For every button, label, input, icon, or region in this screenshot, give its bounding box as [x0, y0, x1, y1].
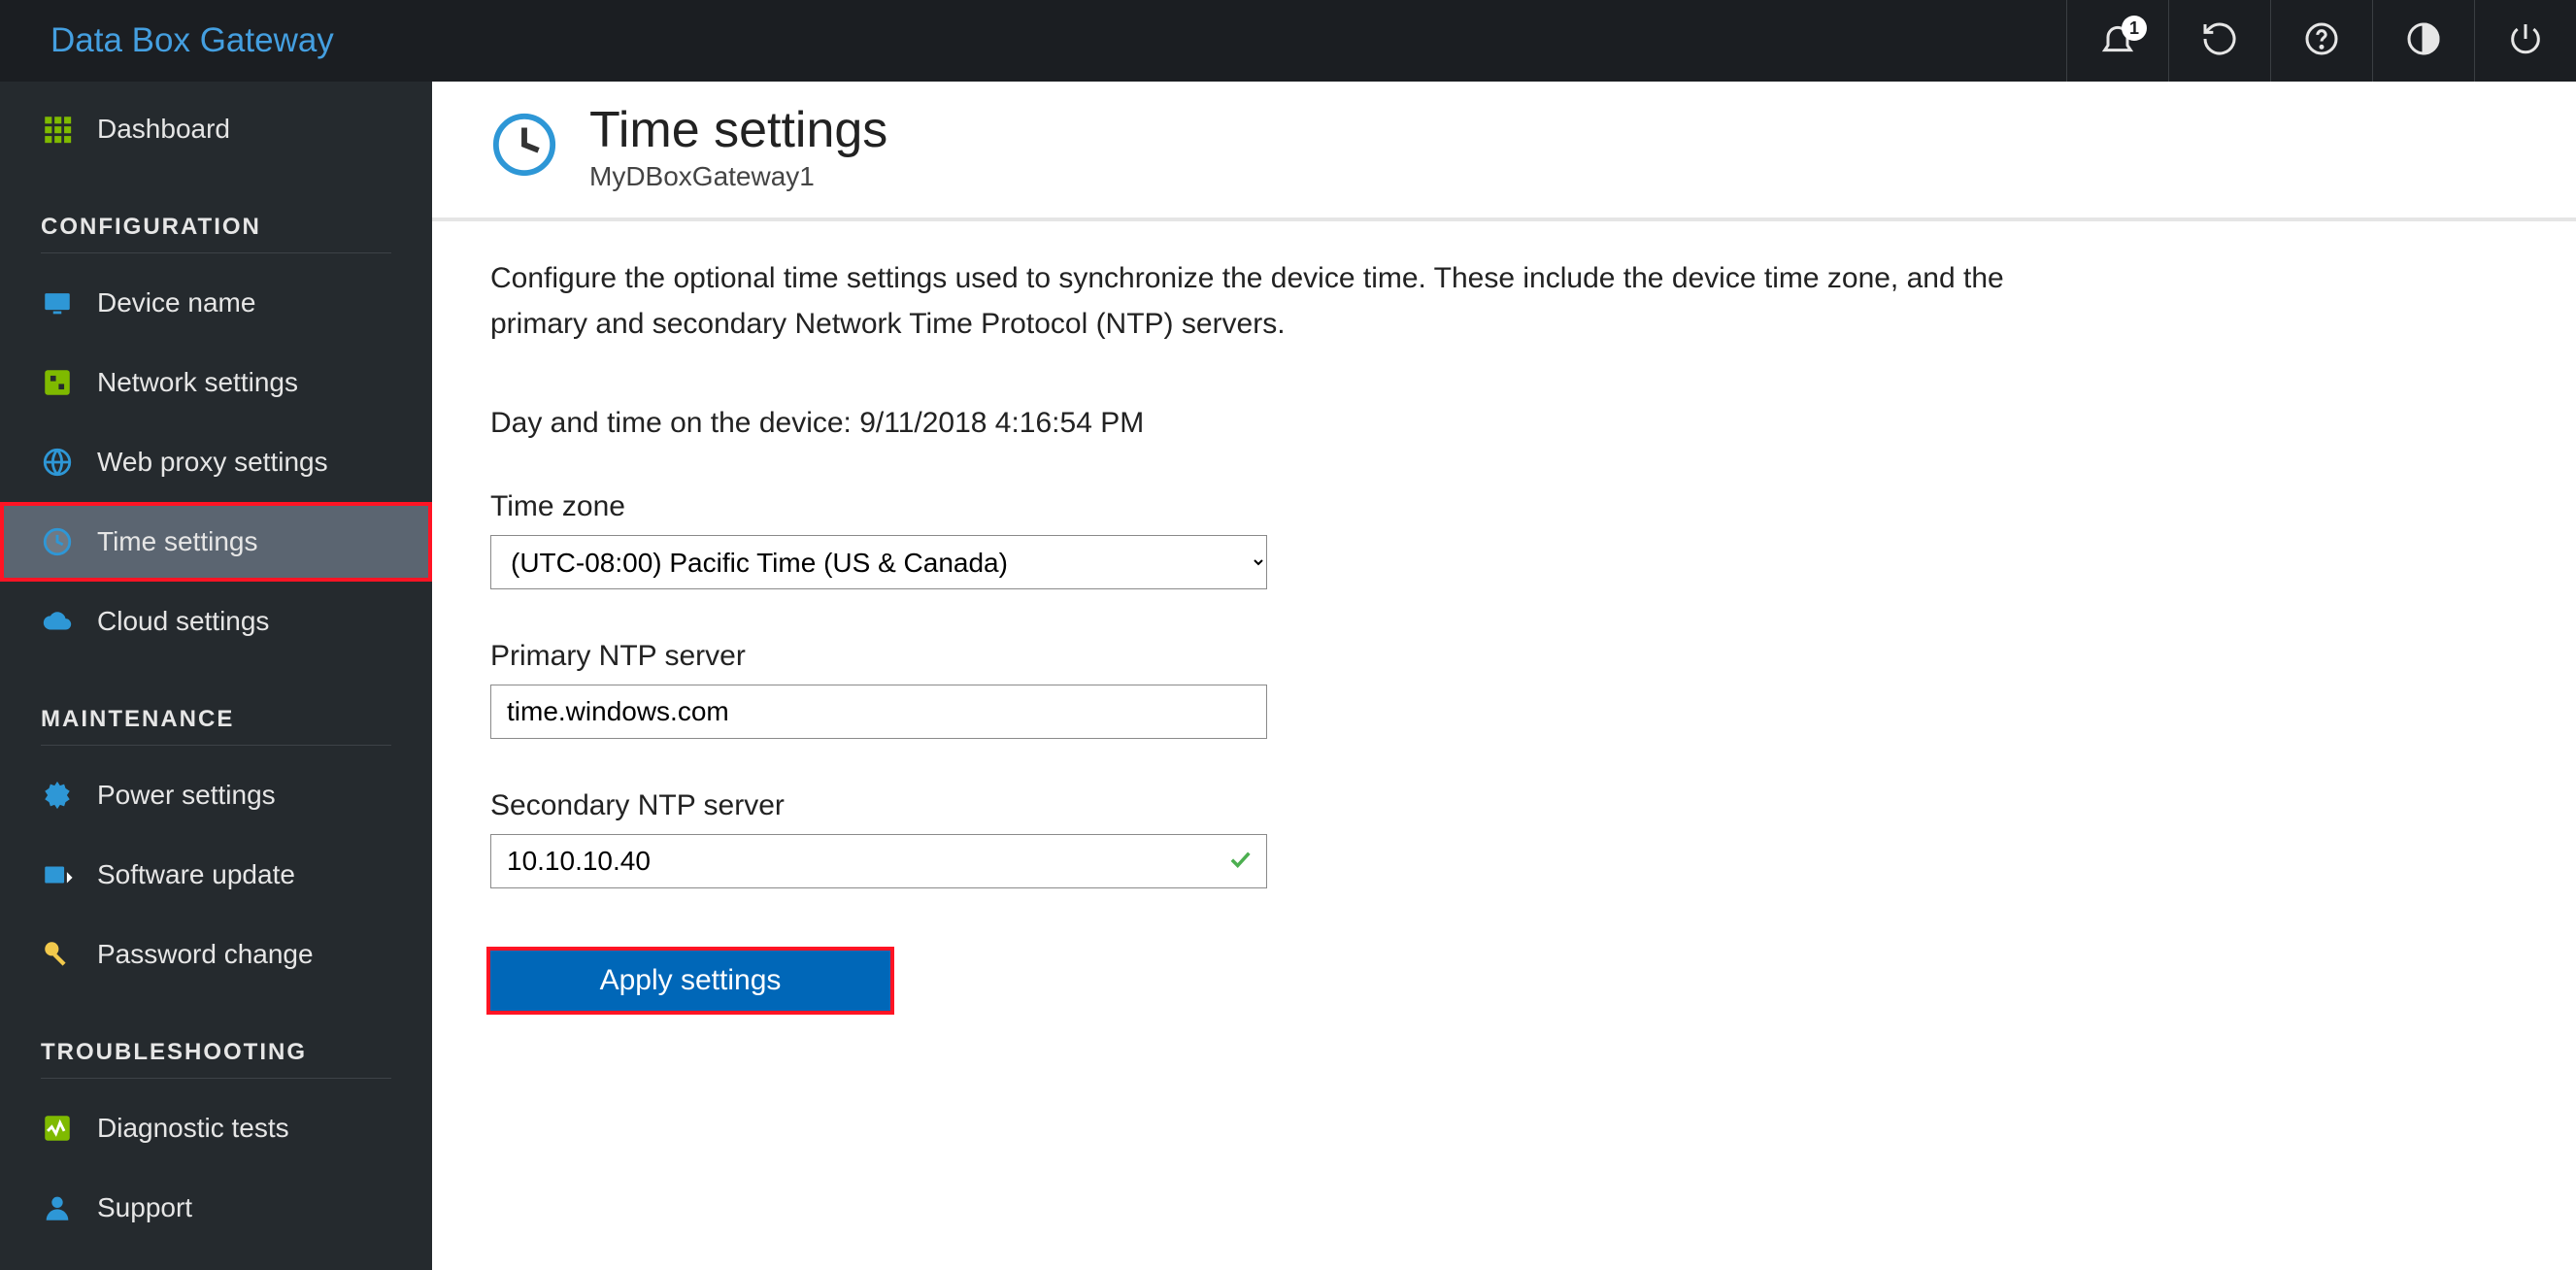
- update-icon: [41, 858, 74, 891]
- sidebar-item-label: Time settings: [97, 526, 257, 557]
- clock-icon: [490, 111, 558, 184]
- section-heading-text: MAINTENANCE: [41, 706, 234, 732]
- dashboard-icon: [41, 113, 74, 146]
- sidebar-item-label: Password change: [97, 939, 314, 970]
- device-icon: [41, 286, 74, 319]
- network-icon: [41, 366, 74, 399]
- page-description: Configure the optional time settings use…: [490, 256, 2024, 347]
- sidebar-item-password-change[interactable]: Password change: [0, 915, 432, 994]
- refresh-icon: [2200, 19, 2239, 63]
- sidebar-item-web-proxy-settings[interactable]: Web proxy settings: [0, 422, 432, 502]
- sidebar: Dashboard CONFIGURATION Device name Netw…: [0, 82, 432, 1270]
- notifications-button[interactable]: 1: [2066, 0, 2168, 82]
- page-header: Time settings MyDBoxGateway1: [432, 101, 2576, 221]
- timezone-label: Time zone: [490, 490, 2024, 523]
- device-time-label: Day and time on the device: 9/11/2018 4:…: [490, 407, 2024, 440]
- help-icon: [2302, 19, 2341, 63]
- globe-icon: [41, 446, 74, 479]
- notification-badge: 1: [2122, 16, 2147, 41]
- sidebar-item-software-update[interactable]: Software update: [0, 835, 432, 915]
- topbar: Data Box Gateway 1: [0, 0, 2576, 82]
- contrast-icon: [2404, 19, 2443, 63]
- diagnostics-icon: [41, 1112, 74, 1145]
- sidebar-item-power-settings[interactable]: Power settings: [0, 755, 432, 835]
- gear-icon: [41, 779, 74, 812]
- sidebar-item-label: Diagnostic tests: [97, 1113, 289, 1144]
- main-content: Time settings MyDBoxGateway1 Configure t…: [432, 82, 2576, 1270]
- sidebar-item-network-settings[interactable]: Network settings: [0, 343, 432, 422]
- sidebar-item-label: Device name: [97, 287, 255, 318]
- sidebar-item-dashboard[interactable]: Dashboard: [0, 89, 432, 169]
- sidebar-item-label: Network settings: [97, 367, 298, 398]
- secondary-ntp-label: Secondary NTP server: [490, 789, 2024, 822]
- page-title: Time settings: [589, 101, 887, 159]
- check-icon: [1226, 846, 1254, 878]
- sidebar-item-diagnostic-tests[interactable]: Diagnostic tests: [0, 1088, 432, 1168]
- apply-settings-button[interactable]: Apply settings: [490, 951, 890, 1011]
- help-button[interactable]: [2270, 0, 2372, 82]
- person-icon: [41, 1191, 74, 1224]
- section-header-maintenance: MAINTENANCE: [0, 661, 432, 755]
- sidebar-item-label: Software update: [97, 859, 295, 890]
- primary-ntp-label: Primary NTP server: [490, 640, 2024, 673]
- key-icon: [41, 938, 74, 971]
- primary-ntp-input[interactable]: [490, 685, 1267, 739]
- sidebar-item-cloud-settings[interactable]: Cloud settings: [0, 582, 432, 661]
- sidebar-item-label: Dashboard: [97, 114, 230, 145]
- clock-icon: [41, 525, 74, 558]
- section-header-configuration: CONFIGURATION: [0, 169, 432, 263]
- sidebar-item-label: Web proxy settings: [97, 447, 328, 478]
- sidebar-item-device-name[interactable]: Device name: [0, 263, 432, 343]
- contrast-button[interactable]: [2372, 0, 2474, 82]
- topbar-actions: 1: [2066, 0, 2576, 82]
- section-header-troubleshooting: TROUBLESHOOTING: [0, 994, 432, 1088]
- timezone-select[interactable]: (UTC-08:00) Pacific Time (US & Canada): [490, 535, 1267, 589]
- sidebar-item-label: Power settings: [97, 780, 276, 811]
- page-subtitle: MyDBoxGateway1: [589, 161, 887, 192]
- sidebar-item-support[interactable]: Support: [0, 1168, 432, 1248]
- sidebar-item-time-settings[interactable]: Time settings: [0, 502, 432, 582]
- sidebar-item-label: Cloud settings: [97, 606, 269, 637]
- cloud-icon: [41, 605, 74, 638]
- refresh-button[interactable]: [2168, 0, 2270, 82]
- section-heading-text: TROUBLESHOOTING: [41, 1039, 307, 1065]
- sidebar-item-label: Support: [97, 1192, 192, 1223]
- power-button[interactable]: [2474, 0, 2576, 82]
- section-heading-text: CONFIGURATION: [41, 214, 261, 240]
- app-title: Data Box Gateway: [50, 21, 334, 60]
- secondary-ntp-input[interactable]: [490, 834, 1267, 888]
- power-icon: [2506, 19, 2545, 63]
